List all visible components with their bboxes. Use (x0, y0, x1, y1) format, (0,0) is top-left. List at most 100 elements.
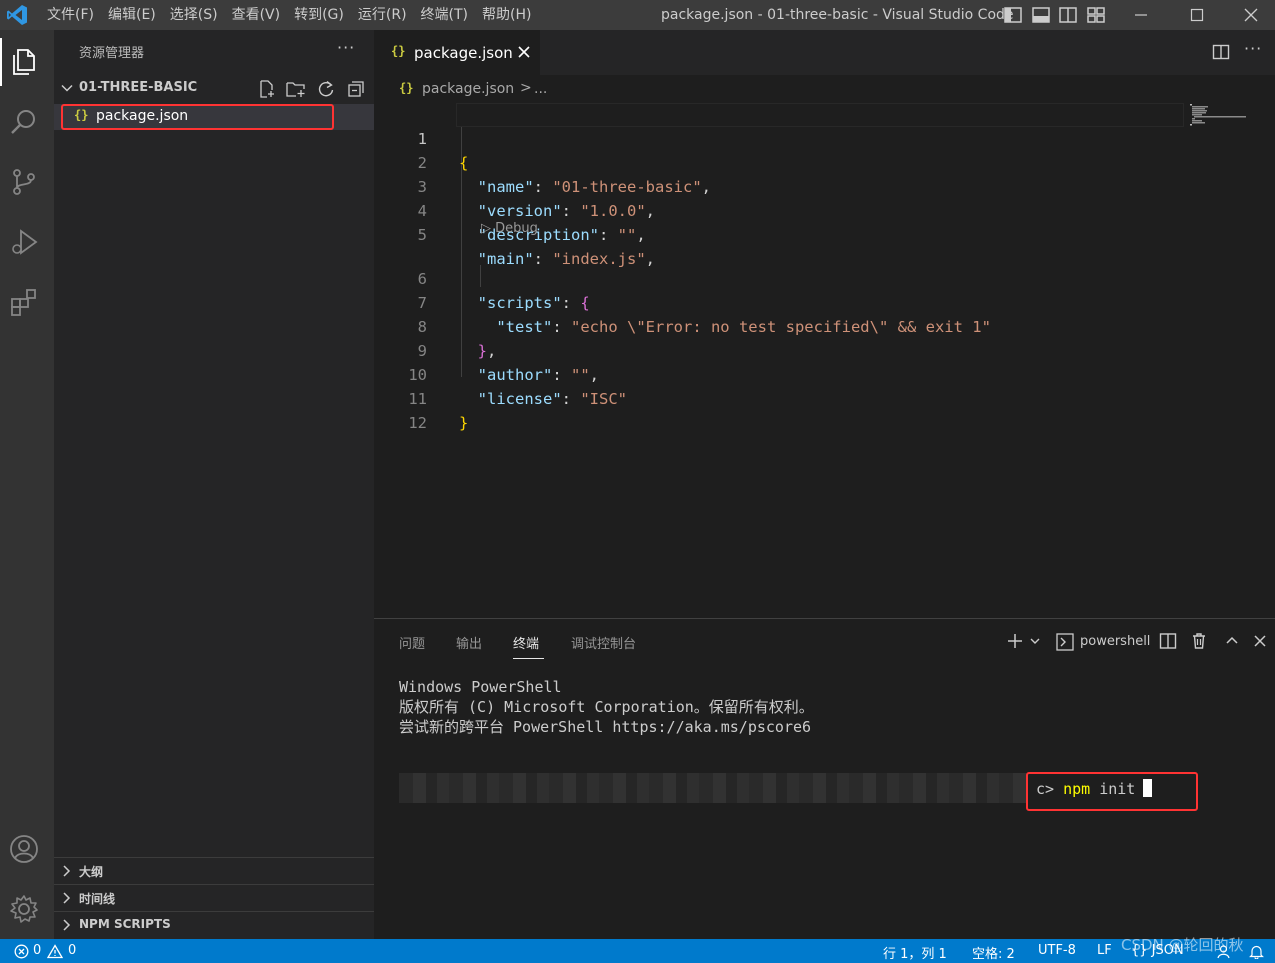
cursor-position[interactable]: 行 1，列 1 (883, 943, 947, 962)
source-control-icon[interactable] (0, 158, 48, 206)
section-npm-scripts[interactable]: NPM SCRIPTS (54, 911, 374, 938)
settings-gear-icon[interactable] (0, 885, 48, 933)
brace: { (580, 294, 590, 312)
refresh-icon[interactable] (316, 79, 336, 99)
encoding[interactable]: UTF-8 (1038, 943, 1076, 958)
run-debug-icon[interactable] (0, 218, 48, 266)
section-timeline[interactable]: 时间线 (54, 884, 374, 911)
trash-icon[interactable] (1190, 632, 1208, 650)
json-key: "author" (477, 366, 553, 384)
end-of-line[interactable]: LF (1097, 943, 1112, 958)
breadcrumb-separator: > (520, 80, 532, 96)
sidebar-title: 资源管理器 (79, 46, 145, 61)
split-terminal-icon[interactable] (1159, 632, 1177, 650)
close-panel-icon[interactable] (1253, 634, 1267, 648)
section-label: 大纲 (79, 865, 104, 879)
tab-label: package.json (414, 44, 513, 62)
minimize-icon[interactable] (1113, 0, 1169, 30)
menu-selection[interactable]: 选择(S) (163, 0, 225, 30)
terminal-line: 尝试新的跨平台 PowerShell https://aka.ms/pscore… (399, 718, 812, 736)
warning-count[interactable]: 0 (68, 943, 76, 958)
notifications-bell-icon[interactable] (1249, 944, 1264, 959)
tab-debug-console[interactable]: 调试控制台 (571, 633, 636, 652)
menu-go[interactable]: 转到(G) (287, 0, 351, 30)
customize-layout-icon[interactable] (1086, 5, 1106, 25)
editor-tab-bar: {} package.json ··· (374, 30, 1275, 75)
code-line: 6 "scripts": { (374, 243, 590, 312)
section-label: 时间线 (79, 892, 116, 906)
watermark: CSDN @轮回的秋 (1121, 936, 1244, 954)
section-label: NPM SCRIPTS (79, 917, 171, 931)
annotation-box (61, 104, 334, 130)
section-outline[interactable]: 大纲 (54, 857, 374, 884)
menu-run[interactable]: 运行(R) (351, 0, 414, 30)
chevron-up-icon[interactable] (1225, 634, 1239, 648)
new-file-icon[interactable] (257, 79, 277, 99)
current-line-highlight (456, 103, 1184, 127)
redacted-path (399, 773, 1027, 803)
extensions-icon[interactable] (0, 278, 48, 326)
vscode-logo-icon (6, 4, 28, 26)
code-line: 5 "main": "index.js", (374, 199, 655, 268)
annotation-box (1026, 772, 1198, 811)
tab-problems[interactable]: 问题 (399, 633, 425, 652)
menu-file[interactable]: 文件(F) (40, 0, 101, 30)
collapse-all-icon[interactable] (346, 79, 366, 99)
chevron-down-icon[interactable] (1029, 635, 1041, 647)
menu-view[interactable]: 查看(V) (225, 0, 288, 30)
json-value: "index.js" (552, 250, 646, 268)
toggle-panel-icon[interactable] (1031, 5, 1051, 25)
code-line: 12 (374, 387, 427, 432)
brace: { (459, 154, 469, 172)
terminal-output[interactable]: Windows PowerShell 版权所有 (C) Microsoft Cor… (399, 677, 814, 737)
close-window-icon[interactable] (1226, 0, 1275, 30)
json-key: "name" (477, 178, 534, 196)
json-value: "echo \"Error: no test specified\" && ex… (571, 318, 991, 336)
new-folder-icon[interactable] (286, 79, 306, 99)
json-value: "" (617, 226, 637, 244)
code-line: 2 "name": "01-three-basic", (374, 127, 711, 196)
editor-more-actions[interactable]: ··· (1244, 39, 1262, 58)
toggle-secondary-sidebar-icon[interactable] (1058, 5, 1078, 25)
indentation[interactable]: 空格: 2 (972, 943, 1015, 962)
chevron-right-icon (62, 892, 72, 904)
error-icon[interactable] (14, 944, 29, 959)
chevron-down-icon (61, 82, 73, 94)
maximize-icon[interactable] (1169, 0, 1225, 30)
tab-terminal[interactable]: 终端 (513, 633, 539, 652)
new-terminal-plus-icon[interactable] (1005, 631, 1025, 651)
chevron-right-icon (62, 919, 72, 931)
json-key: "version" (477, 202, 562, 220)
folder-name: 01-THREE-BASIC (79, 80, 198, 95)
error-count[interactable]: 0 (33, 943, 41, 958)
breadcrumb-file[interactable]: package.json (422, 81, 514, 97)
breadcrumb-more[interactable]: ... (534, 81, 547, 97)
minimap[interactable] (1190, 103, 1250, 127)
account-icon[interactable] (0, 825, 48, 873)
toggle-primary-sidebar-icon[interactable] (1003, 5, 1023, 25)
warning-icon[interactable] (47, 944, 63, 959)
json-key: "main" (477, 250, 534, 268)
json-key: "license" (477, 390, 562, 408)
code-line: 1 { (374, 103, 469, 172)
code-editor[interactable]: 1 { 2 "name": "01-three-basic", 3 "versi… (374, 103, 1275, 618)
close-icon[interactable] (515, 43, 533, 61)
tab-package-json[interactable]: {} package.json (374, 30, 540, 75)
split-editor-icon[interactable] (1212, 43, 1230, 61)
menu-help[interactable]: 帮助(H) (475, 0, 538, 30)
tab-output[interactable]: 输出 (456, 633, 482, 652)
bottom-panel: 问题 输出 终端 调试控制台 powershell Windows PowerS… (374, 618, 1275, 940)
search-icon[interactable] (0, 98, 48, 146)
brace: } (477, 342, 488, 360)
json-key: "scripts" (477, 294, 562, 312)
json-file-icon: {} (391, 44, 406, 58)
json-value: "1.0.0" (580, 202, 646, 220)
sidebar-more-actions[interactable]: ··· (337, 38, 355, 57)
menu-edit[interactable]: 编辑(E) (101, 0, 163, 30)
code-line: 4 "description": "", (374, 175, 646, 244)
folder-header[interactable]: 01-THREE-BASIC (54, 78, 374, 100)
terminal-shell-name[interactable]: powershell (1080, 634, 1150, 649)
menu-terminal[interactable]: 终端(T) (414, 0, 475, 30)
debug-codelens[interactable]: ▷ Debug (481, 221, 538, 236)
explorer-icon[interactable] (0, 38, 48, 86)
